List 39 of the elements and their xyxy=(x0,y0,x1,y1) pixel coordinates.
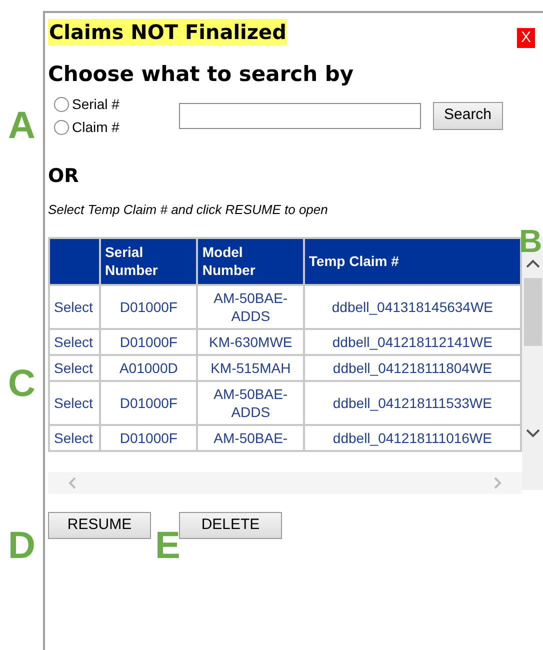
section-heading: Choose what to search by xyxy=(48,61,355,88)
or-label: OR xyxy=(48,164,80,188)
table-cell: ddbell_041218112141WE xyxy=(304,328,521,354)
table-cell: ddbell_041218111804WE xyxy=(304,354,521,380)
column-header: Serial Number xyxy=(100,238,198,284)
delete-button[interactable]: DELETE xyxy=(179,512,282,538)
table-cell: ddbell_041218111016WE xyxy=(304,424,521,450)
table-cell: AM-50BAE-ADDS xyxy=(197,380,304,424)
search-field[interactable] xyxy=(179,102,421,128)
table-cell: D01000F xyxy=(100,424,198,450)
callout-letter: D xyxy=(8,524,36,568)
table-cell: D01000F xyxy=(100,328,198,354)
table-cell: D01000F xyxy=(100,380,198,424)
scroll-thumb[interactable] xyxy=(524,278,542,346)
resume-button[interactable]: RESUME xyxy=(48,512,151,538)
dialog-title: Claims NOT Finalized xyxy=(48,19,288,45)
column-header: Model Number xyxy=(197,238,304,284)
radio-label: Claim # xyxy=(72,118,120,136)
chevron-up-icon[interactable] xyxy=(526,258,540,268)
table-cell: AM-50BAE- xyxy=(197,424,304,450)
close-button[interactable]: X xyxy=(516,28,535,48)
radio-label: Serial # xyxy=(72,94,120,114)
callout-letter: A xyxy=(8,104,36,148)
table-cell: AM-50BAE-ADDS xyxy=(197,284,304,328)
callout-letter: E xyxy=(155,524,180,568)
table-cell: D01000F xyxy=(100,284,198,328)
radio-button[interactable] xyxy=(54,96,69,112)
callout-letter: C xyxy=(8,362,36,406)
chevron-down-icon[interactable] xyxy=(526,428,540,438)
instruction-text: Select Temp Claim # and click RESUME to open xyxy=(48,201,329,219)
search-button[interactable]: Search xyxy=(433,102,503,130)
column-header: Temp Claim # xyxy=(304,238,521,284)
table-cell: ddbell_041318145634WE xyxy=(304,284,521,328)
table-cell: KM-515MAH xyxy=(197,354,304,380)
radio-button[interactable] xyxy=(54,120,69,134)
table-cell: KM-630MWE xyxy=(197,328,304,354)
table-cell: A01000D xyxy=(100,354,198,380)
callout-letter: B xyxy=(519,222,542,260)
table-cell: ddbell_041218111533WE xyxy=(304,380,521,424)
